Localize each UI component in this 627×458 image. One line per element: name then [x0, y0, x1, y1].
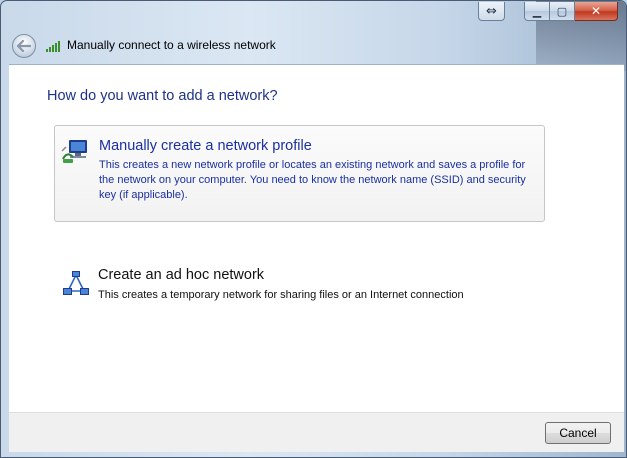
- window-title: Manually connect to a wireless network: [67, 38, 276, 52]
- option-adhoc-network[interactable]: Create an ad hoc network This creates a …: [54, 265, 545, 313]
- close-button[interactable]: ✕: [575, 2, 618, 21]
- page-heading: How do you want to add a network?: [47, 88, 278, 104]
- maximize-icon: ▢: [556, 4, 568, 18]
- option-manual-profile[interactable]: Manually create a network profile This c…: [54, 125, 545, 222]
- window-frame: ⇔ ▁ ▢ ✕ Manually connect to a wireless n…: [0, 0, 627, 458]
- cancel-button[interactable]: Cancel: [545, 422, 611, 444]
- network-profile-icon: [61, 140, 87, 163]
- option-adhoc-network-title: Create an ad hoc network: [98, 267, 265, 283]
- option-manual-profile-title: Manually create a network profile: [99, 138, 312, 154]
- footer-bar: Cancel: [9, 412, 624, 452]
- arrow-left-icon: [17, 40, 31, 52]
- swap-button[interactable]: ⇔: [478, 2, 505, 21]
- content-panel: How do you want to add a network? Manual…: [9, 64, 624, 412]
- maximize-button[interactable]: ▢: [550, 2, 575, 21]
- swap-icon: ⇔: [486, 3, 497, 19]
- close-icon: ✕: [590, 4, 602, 18]
- wireless-signal-icon: [46, 41, 60, 52]
- caption-buttons: ▁ ▢ ✕: [524, 2, 618, 21]
- minimize-icon: ▁: [532, 4, 542, 18]
- minimize-button[interactable]: ▁: [524, 2, 550, 21]
- option-manual-profile-description: This creates a new network profile or lo…: [99, 159, 526, 201]
- option-adhoc-network-description: This creates a temporary network for sha…: [98, 289, 464, 301]
- adhoc-network-icon: [63, 271, 89, 295]
- back-button[interactable]: [12, 34, 36, 58]
